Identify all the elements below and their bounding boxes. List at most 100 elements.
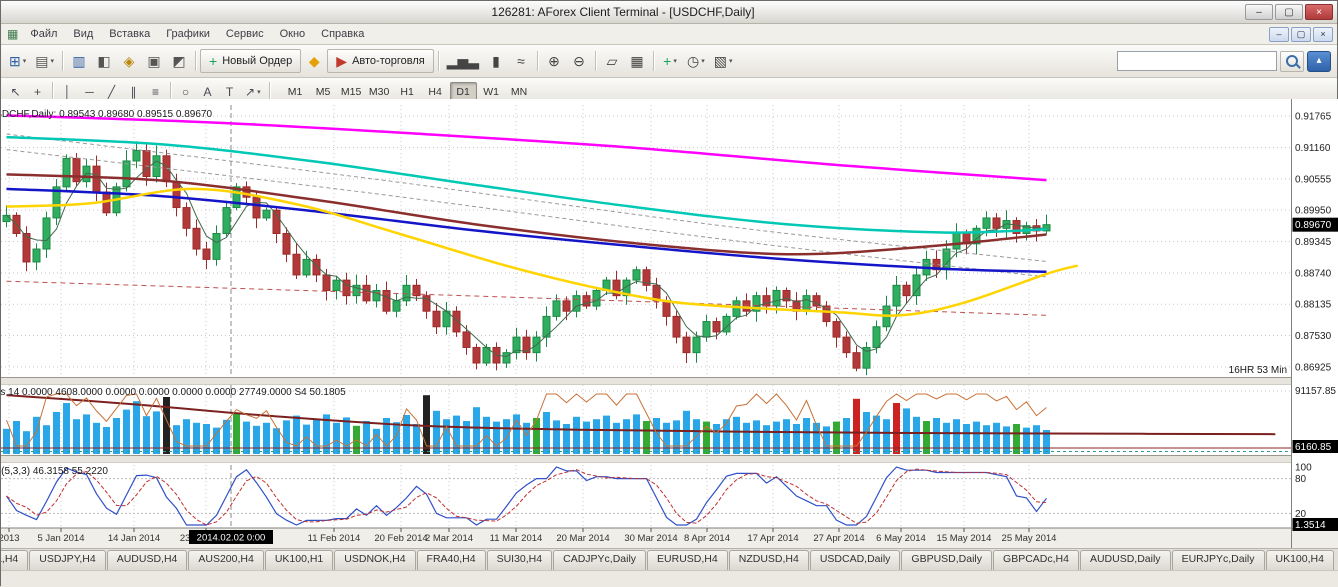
label-icon: T — [226, 86, 233, 98]
templates-button[interactable]: ▧▾ — [710, 49, 737, 73]
titlebar: 126281: AForex Client Terminal - [USDCHF… — [1, 1, 1337, 24]
autotrading-button[interactable]: ▶Авто-торговля — [327, 49, 433, 73]
zoom-out-button[interactable]: ⊖ — [567, 49, 591, 73]
price-tick-label: 0.87530 — [1295, 331, 1332, 342]
arrows-icon: ↗ — [245, 86, 255, 98]
chart-tab[interactable]: AUS200,H4 — [188, 550, 263, 570]
data-window-button[interactable]: ◧ — [92, 49, 116, 73]
chart-tab[interactable]: OIL,H4 — [1, 550, 28, 570]
profiles-button[interactable]: ▤▾ — [31, 49, 58, 73]
channel-icon: ∥ — [131, 86, 137, 98]
mdi-close-button[interactable]: × — [1313, 27, 1333, 42]
chart-tabbar: OIL,H4USDJPY,H4AUDUSD,H4AUS200,H4UK100,H… — [1, 548, 1338, 570]
metaeditor-button[interactable]: ◆ — [302, 49, 326, 73]
toolbar-separator — [195, 51, 196, 71]
dropdown-caret-icon: ▾ — [50, 57, 54, 65]
chart-tab[interactable]: CADJPYc,Daily — [553, 550, 646, 570]
stochastic-header: Stochastic(5,3,3) 46.3158 55.2220 — [1, 466, 108, 477]
stochastic-scale-label: 80 — [1295, 474, 1307, 485]
chart-system-icon[interactable]: ▦ — [7, 27, 18, 41]
chart-canvas[interactable]: USDCHF,Daily: 0.89543 0.89680 0.89515 0.… — [1, 99, 1338, 548]
strategy-tester-button[interactable]: ◩ — [167, 49, 191, 73]
bar-countdown: 16HR 53 Min — [1229, 365, 1287, 376]
chart-tab[interactable]: GBPUSD,Daily — [901, 550, 992, 570]
new-order-button-label: Новый Ордер — [222, 55, 292, 67]
search-button[interactable] — [1280, 51, 1304, 72]
menu-item[interactable]: Сервис — [218, 26, 272, 42]
tile-windows-button[interactable]: ▦ — [625, 49, 649, 73]
chart-tab[interactable]: GBPCADc,H4 — [993, 550, 1079, 570]
chart-tab[interactable]: USDJPY,H4 — [29, 550, 105, 570]
bar-chart-button[interactable]: ▂▅▃ — [443, 49, 483, 73]
mdi-minimize-button[interactable]: – — [1269, 27, 1289, 42]
candlestick-button[interactable]: ▮ — [484, 49, 508, 73]
application-window: 126281: AForex Client Terminal - [USDCHF… — [0, 0, 1338, 586]
periods-button[interactable]: ◷▾ — [683, 49, 709, 73]
new-chart-button[interactable]: ⊞▾ — [5, 49, 30, 73]
mdi-window-controls: – ▢ × — [1269, 27, 1333, 42]
chart-tab[interactable]: SUI30,H4 — [487, 550, 553, 570]
current-price-label: 0.89670 — [1295, 220, 1332, 231]
toolbar-standard: ⊞▾▤▾ ▥ ◧◈▣◩ +Новый Ордер◆▶Авто-торговля ▂▅▃▮… — [1, 45, 1337, 78]
market-watch-icon: ▥ — [72, 54, 85, 68]
terminal-button[interactable]: ▣ — [142, 49, 166, 73]
price-tick-label: 0.88135 — [1295, 300, 1332, 311]
menu-items: ФайлВидВставкаГрафикиСервисОкноСправка — [22, 26, 372, 42]
menu-item[interactable]: Файл — [22, 26, 65, 42]
time-tick-label: 15 May 2014 — [937, 533, 992, 544]
chart-tab[interactable]: EURUSD,H4 — [647, 550, 728, 570]
menu-item[interactable]: Графики — [158, 26, 218, 42]
window-controls: – ▢ × — [1245, 4, 1337, 20]
new-order-button[interactable]: +Новый Ордер — [200, 49, 301, 73]
pane-splitter[interactable] — [1, 378, 1338, 384]
time-tick-label: 2013 — [1, 533, 20, 544]
price-tick-label: 0.88740 — [1295, 268, 1332, 279]
time-tick-label: 5 Jan 2014 — [37, 533, 84, 544]
navigator-button[interactable]: ◈ — [117, 49, 141, 73]
search-input[interactable] — [1117, 51, 1277, 71]
toolbar-separator — [62, 51, 63, 71]
volumes-header: Volumes 14 0.0000 4608.0000 0.0000 0.000… — [1, 387, 346, 398]
stochastic-scale-label: 100 — [1295, 463, 1312, 474]
mdi-restore-button[interactable]: ▢ — [1291, 27, 1311, 42]
text-icon: A — [203, 86, 211, 98]
line-chart-icon: ≈ — [517, 54, 525, 68]
chart-tab[interactable]: NZDUSD,H4 — [729, 550, 809, 570]
zoom-in-button[interactable]: ⊕ — [542, 49, 566, 73]
menu-item[interactable]: Вставка — [101, 26, 158, 42]
chart-tab[interactable]: AUDUSD,H4 — [107, 550, 188, 570]
market-watch-button[interactable]: ▥ — [67, 49, 91, 73]
close-button[interactable]: × — [1305, 4, 1333, 20]
menu-item[interactable]: Справка — [313, 26, 372, 42]
menu-item[interactable]: Вид — [65, 26, 101, 42]
search-icon — [1286, 55, 1298, 67]
indicators-button[interactable]: +▾ — [658, 49, 682, 73]
price-tick-label: 0.86925 — [1295, 362, 1332, 373]
time-tick-label: 11 Feb 2014 — [308, 533, 361, 544]
clock-icon: ◷ — [687, 54, 699, 68]
toolbar-separator — [537, 51, 538, 71]
line-chart-button[interactable]: ≈ — [509, 49, 533, 73]
chart-tab[interactable]: USDCAD,Daily — [810, 550, 901, 570]
chart-tab[interactable]: UK100,H1 — [265, 550, 333, 570]
minimize-button[interactable]: – — [1245, 4, 1273, 20]
volume-current-label: 6160.85 — [1295, 442, 1332, 453]
pane-splitter[interactable] — [1, 456, 1338, 463]
cascade-windows-button[interactable]: ▱ — [600, 49, 624, 73]
autotrading-button-label: Авто-торговля — [352, 55, 425, 67]
menu-item[interactable]: Окно — [272, 26, 314, 42]
zoom-out-icon: ⊖ — [573, 54, 585, 68]
chart-tab[interactable]: AUDUSD,Daily — [1080, 550, 1171, 570]
selected-time-label: 2014.02.02 0:00 — [197, 533, 266, 544]
cursor-icon: ↖ — [10, 86, 20, 98]
chart-tab[interactable]: UK100,H4 — [1266, 550, 1334, 570]
cascade-windows-icon: ▱ — [607, 54, 618, 68]
chart-tab[interactable]: EURJPYc,Daily — [1172, 550, 1265, 570]
price-tick-label: 0.90555 — [1295, 174, 1332, 185]
chart-tab[interactable]: FRA40,H4 — [417, 550, 486, 570]
community-button[interactable]: ▴ — [1307, 51, 1331, 72]
maximize-button[interactable]: ▢ — [1275, 4, 1303, 20]
chart-tab[interactable]: USDNOK,H4 — [334, 550, 415, 570]
horizontal-line-icon: ─ — [85, 86, 94, 98]
time-tick-label: 14 Jan 2014 — [108, 533, 160, 544]
